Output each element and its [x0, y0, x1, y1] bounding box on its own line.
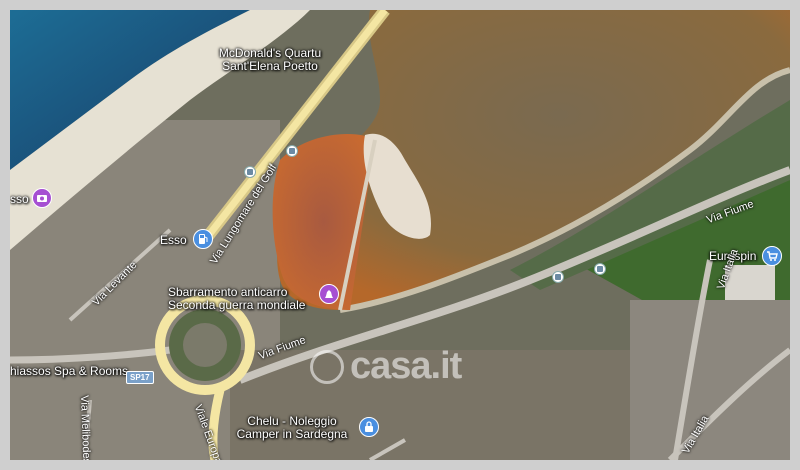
satellite-map[interactable] — [10, 10, 790, 460]
bus-icon — [555, 274, 561, 280]
gas-station-icon — [199, 234, 208, 244]
monument-icon — [325, 290, 333, 298]
label-sbarramento[interactable]: Sbarramento anticarro Seconda guerra mon… — [168, 286, 305, 312]
bus-icon — [289, 148, 295, 154]
camera-icon — [37, 195, 47, 202]
shopping-cart-icon — [767, 251, 778, 261]
label-spa[interactable]: hiassos Spa & Rooms — [10, 365, 128, 378]
roundabout-core — [183, 323, 227, 367]
lock-icon — [365, 421, 373, 432]
bus-stop-marker[interactable] — [286, 145, 298, 157]
label-esso-left: sso — [10, 192, 29, 206]
bus-icon — [597, 266, 603, 272]
label-via-melibodes: Via Melibodes — [78, 395, 93, 460]
pin-esso-left[interactable] — [32, 188, 52, 208]
label-esso[interactable]: Esso — [160, 234, 187, 247]
map-view[interactable]: McDonald's Quartu Sant'Elena Poetto Via … — [10, 10, 790, 460]
pin-esso[interactable] — [193, 229, 213, 249]
bus-stop-marker[interactable] — [552, 271, 564, 283]
watermark-logo-icon — [310, 349, 344, 384]
bus-stop-marker[interactable] — [244, 166, 256, 178]
pin-eurospin[interactable] — [762, 246, 782, 266]
road-shield-sp17: SP17 — [126, 371, 154, 384]
pin-chelu[interactable] — [359, 417, 379, 437]
bus-stop-marker[interactable] — [594, 263, 606, 275]
label-mcdonalds[interactable]: McDonald's Quartu Sant'Elena Poetto — [205, 47, 335, 73]
bus-icon — [247, 169, 253, 175]
label-chelu[interactable]: Chelu - Noleggio Camper in Sardegna — [232, 415, 352, 441]
watermark-text: casa.it — [350, 345, 462, 387]
pin-sbarramento[interactable] — [319, 284, 339, 304]
town-right — [630, 300, 790, 460]
watermark: casa.it — [310, 345, 462, 388]
